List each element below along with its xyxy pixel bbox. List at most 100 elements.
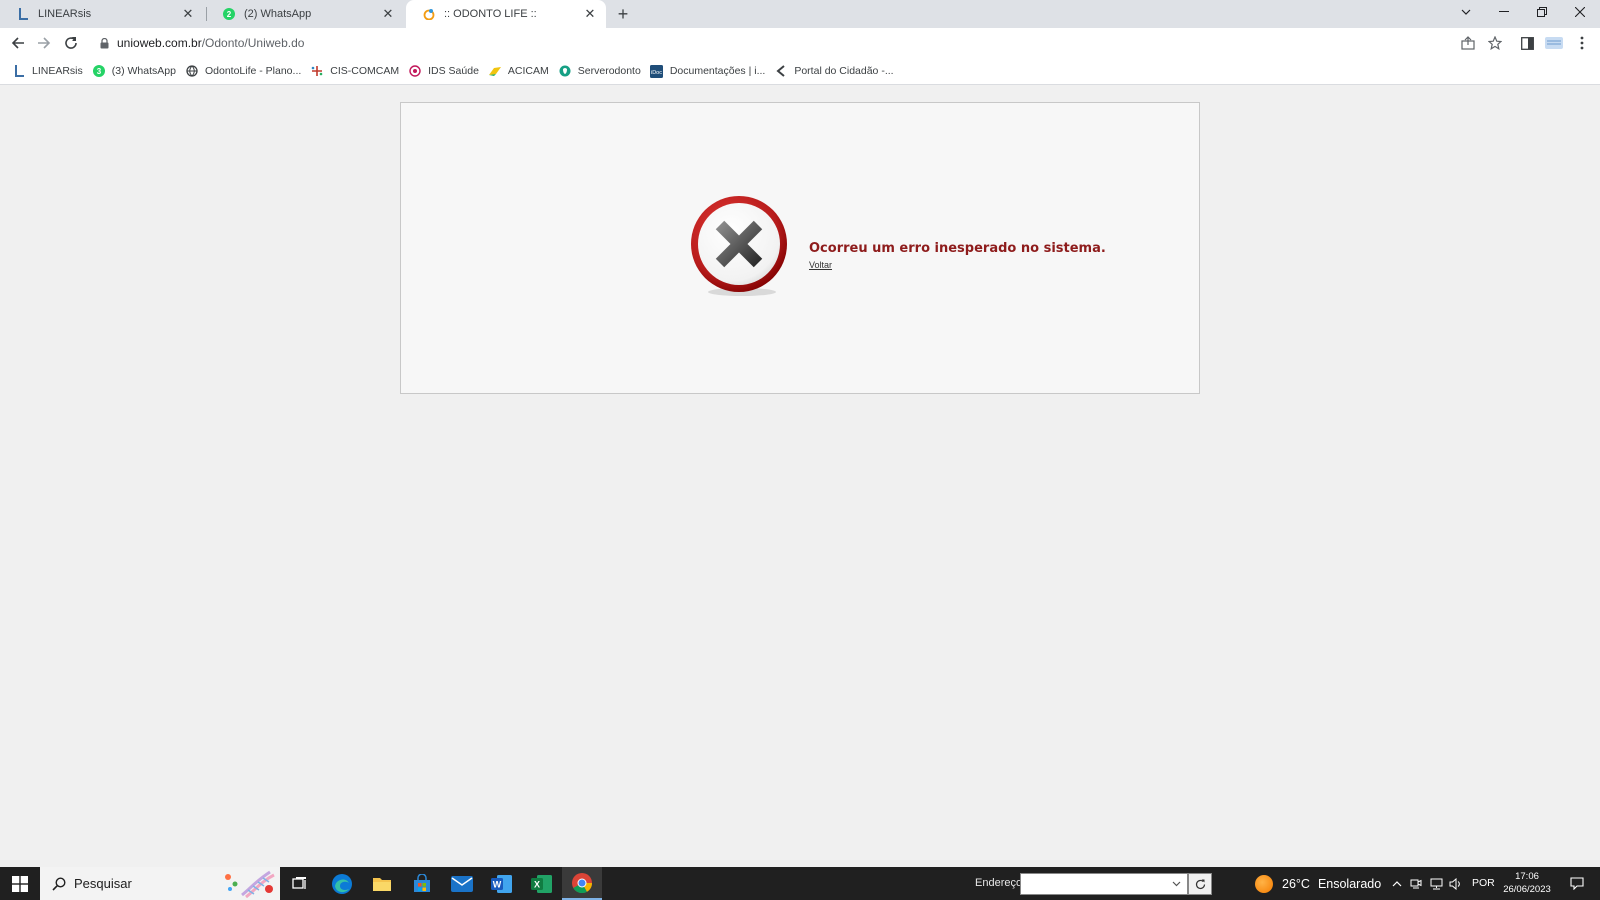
chrome-icon[interactable] [562,867,602,900]
address-toolbar-input[interactable] [1020,873,1188,895]
tab-whatsapp[interactable]: 2 (2) WhatsApp ✕ [206,0,404,28]
bookmark-whatsapp[interactable]: 3 (3) WhatsApp [90,60,183,82]
search-icon [52,876,66,891]
input-language[interactable]: POR [1472,867,1495,900]
close-tab-icon[interactable]: ✕ [582,6,598,22]
bookmark-label: OdontoLife - Plano... [204,65,302,77]
close-tab-icon[interactable]: ✕ [180,6,196,22]
chevron-up-icon[interactable] [1389,867,1405,900]
bookmark-label: Portal do Cidadão -... [794,65,894,77]
close-window-icon[interactable] [1561,0,1599,24]
back-arrow-icon[interactable] [7,32,29,54]
restore-icon[interactable] [1523,0,1561,24]
microsoft-store-icon[interactable] [402,867,442,900]
bookmark-portal-cidadao[interactable]: Portal do Cidadão -... [772,60,900,82]
whatsapp-icon: 2 [222,7,236,21]
minimize-icon[interactable] [1485,0,1523,24]
bookmark-documentacoes[interactable]: iDoc Documentações | i... [648,60,773,82]
bookmark-ids-saude[interactable]: IDS Saúde [406,60,486,82]
mail-icon[interactable] [442,867,482,900]
meet-camera-icon[interactable] [1408,867,1424,900]
share-icon[interactable] [1458,33,1478,53]
address-go-refresh-icon[interactable] [1188,873,1212,895]
word-icon[interactable]: W [482,867,522,900]
bookmark-linearsis[interactable]: LINEARsis [10,60,90,82]
bookmark-cis-comcam[interactable]: CIS-COMCAM [308,60,406,82]
cis-icon [310,64,324,78]
forward-arrow-icon[interactable] [33,32,55,54]
linearsis-icon [12,64,26,78]
error-message: Ocorreu um erro inesperado no sistema. [809,241,1106,256]
sun-icon [1255,874,1273,893]
taskbar-search[interactable]: Pesquisar [40,867,280,900]
url-path: /Odonto/Uniweb.do [201,36,305,50]
bookmark-label: IDS Saúde [428,65,479,77]
browser-toolbar: unioweb.com.br/Odonto/Uniweb.do [0,28,1600,58]
bookmark-serverodonto[interactable]: Serverodonto [556,60,648,82]
bookmark-label: (3) WhatsApp [111,65,176,77]
url-host: unioweb.com.br [117,36,202,50]
tab-title: :: ODONTO LIFE :: [444,8,537,20]
new-tab-button[interactable]: + [612,3,634,25]
search-highlight-dna-icon [222,869,276,899]
bookmark-acicam[interactable]: ACICAM [486,60,556,82]
taskbar-search-placeholder: Pesquisar [74,876,132,891]
clock-time: 17:06 [1515,871,1539,882]
windows-start-icon[interactable] [0,867,40,900]
tab-strip: LINEARsis ✕ 2 (2) WhatsApp ✕ :: ODONTO L… [0,0,1600,28]
profile-avatar-icon[interactable] [1544,33,1564,53]
linearsis-icon [16,7,30,21]
docs-icon: iDoc [650,64,664,78]
address-toolbar-label: Endereço [975,877,1023,889]
chevron-down-icon[interactable] [1166,874,1186,894]
file-explorer-icon[interactable] [362,867,402,900]
error-x-icon [690,195,790,297]
whatsapp-icon: 3 [92,64,106,78]
close-tab-icon[interactable]: ✕ [380,6,396,22]
weather-temperature: 26°C [1282,876,1310,891]
notification-icon[interactable] [1562,867,1592,900]
bookmark-label: Documentações | i... [669,65,766,77]
acicam-icon [488,64,502,78]
edge-browser-icon[interactable] [322,867,362,900]
lock-icon[interactable] [100,37,109,49]
weather-widget[interactable]: 26°C Ensolarado [1255,867,1381,900]
excel-icon[interactable]: X [522,867,562,900]
bookmark-label: ACICAM [507,65,549,77]
tab-title: (2) WhatsApp [244,8,312,20]
svg-text:3: 3 [97,67,102,76]
url-text: unioweb.com.br/Odonto/Uniweb.do [117,36,304,50]
svg-text:2: 2 [227,10,232,19]
system-clock[interactable]: 17:06 26/06/2023 [1500,870,1554,896]
bookmark-label: LINEARsis [32,65,83,77]
bookmark-label: CIS-COMCAM [330,65,400,77]
taskbar: Pesquisar W X Endereço 26°C Ensolarado P… [0,867,1600,900]
address-bar[interactable]: unioweb.com.br/Odonto/Uniweb.do [90,30,1496,56]
tab-search-icon[interactable] [1447,0,1485,24]
globe-icon [185,64,199,78]
volume-icon[interactable] [1447,867,1463,900]
back-link[interactable]: Voltar [809,260,832,270]
bookmark-odontolife[interactable]: OdontoLife - Plano... [183,60,308,82]
task-view-icon[interactable] [280,867,320,900]
tab-odonto-life[interactable]: :: ODONTO LIFE :: ✕ [406,0,606,28]
network-icon[interactable] [1428,867,1444,900]
reload-icon[interactable] [60,32,82,54]
tab-title: LINEARsis [38,8,92,20]
weather-description: Ensolarado [1317,876,1382,891]
page-content: Ocorreu um erro inesperado no sistema. V… [0,85,1600,867]
portal-icon [774,64,788,78]
menu-dots-icon[interactable] [1572,33,1592,53]
ids-icon [408,64,422,78]
odontolife-icon [422,7,436,21]
svg-text:X: X [534,879,540,889]
side-panel-icon[interactable] [1517,33,1537,53]
bookmark-star-icon[interactable] [1485,33,1505,53]
clock-date: 26/06/2023 [1503,884,1551,895]
serverodonto-icon [558,64,572,78]
bookmark-label: Serverodonto [577,65,641,77]
tab-linearsis[interactable]: LINEARsis ✕ [0,0,204,28]
error-panel: Ocorreu um erro inesperado no sistema. V… [400,102,1200,394]
svg-text:iDoc: iDoc [651,70,662,76]
svg-text:W: W [493,879,502,889]
